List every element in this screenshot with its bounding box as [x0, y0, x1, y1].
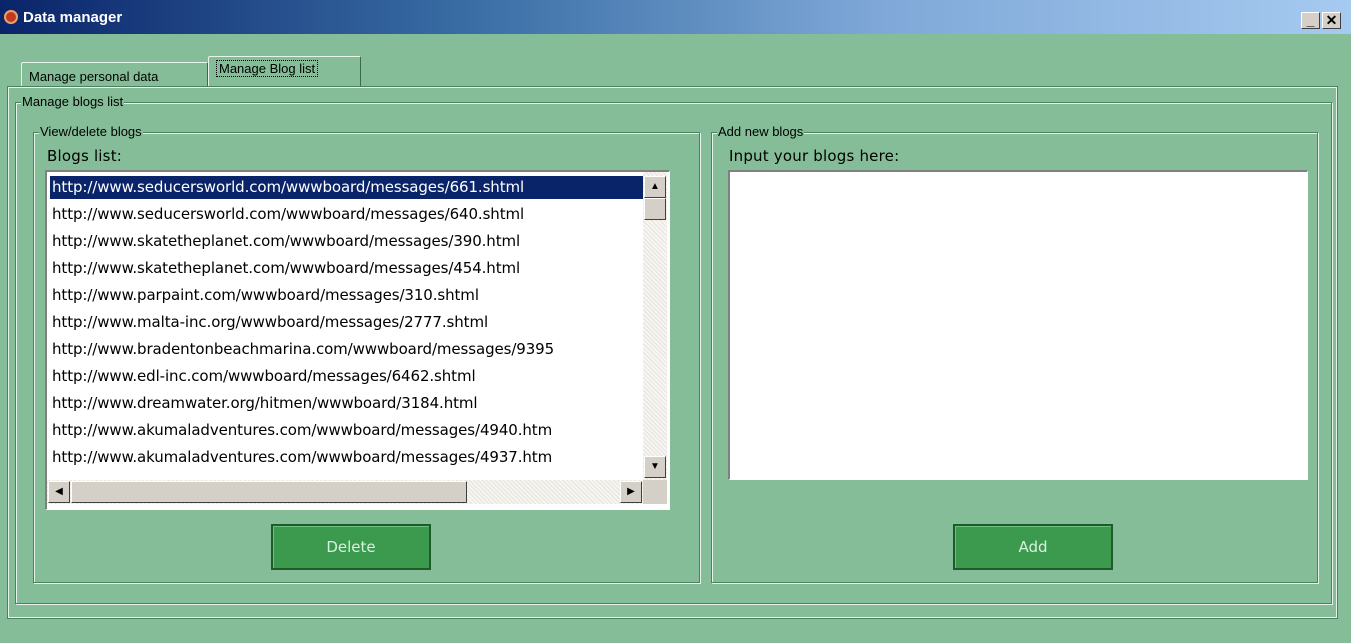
- scroll-right-button[interactable]: ▶: [620, 481, 642, 503]
- scroll-thumb[interactable]: [644, 198, 666, 220]
- title-bar[interactable]: Data manager _ ✕: [0, 0, 1351, 34]
- vertical-scrollbar[interactable]: ▲ ▼: [643, 172, 667, 480]
- list-item[interactable]: http://www.skatetheplanet.com/wwwboard/m…: [50, 230, 647, 253]
- arrow-right-icon: ▶: [627, 486, 635, 497]
- group-title: Add new blogs: [717, 124, 805, 139]
- tab-label: Manage Blog list: [216, 60, 319, 77]
- app-icon: [4, 10, 18, 24]
- list-item[interactable]: http://www.malta-inc.org/wwwboard/messag…: [50, 311, 647, 334]
- window-title: Data manager: [23, 9, 123, 26]
- list-item[interactable]: http://www.seducersworld.com/wwwboard/me…: [50, 176, 647, 199]
- close-button[interactable]: ✕: [1322, 12, 1341, 29]
- group-title: View/delete blogs: [39, 124, 143, 139]
- add-button[interactable]: Add: [953, 524, 1113, 570]
- group-title: Manage blogs list: [21, 94, 125, 109]
- tab-label: Manage personal data: [29, 69, 159, 84]
- list-item[interactable]: http://www.bradentonbeachmarina.com/wwwb…: [50, 338, 647, 361]
- scroll-down-button[interactable]: ▼: [644, 456, 666, 478]
- list-item[interactable]: http://www.dreamwater.org/hitmen/wwwboar…: [50, 392, 647, 415]
- minimize-icon: _: [1306, 12, 1315, 28]
- horizontal-scrollbar[interactable]: ◀ ▶: [47, 480, 643, 504]
- close-icon: ✕: [1325, 12, 1338, 28]
- scroll-up-button[interactable]: ▲: [644, 176, 666, 198]
- blogs-listbox[interactable]: http://www.seducersworld.com/wwwboard/me…: [45, 170, 670, 510]
- list-item[interactable]: http://www.seducersworld.com/wwwboard/me…: [50, 203, 647, 226]
- h-scroll-thumb[interactable]: [71, 481, 467, 503]
- list-item[interactable]: http://www.edl-inc.com/wwwboard/messages…: [50, 365, 647, 388]
- blogs-list-label: Blogs list:: [47, 147, 123, 165]
- arrow-down-icon: ▼: [650, 461, 660, 472]
- tab-manage-blog-list[interactable]: Manage Blog list: [208, 56, 361, 87]
- list-item[interactable]: http://www.akumaladventures.com/wwwboard…: [50, 419, 647, 442]
- list-item[interactable]: http://www.parpaint.com/wwwboard/message…: [50, 284, 647, 307]
- blogs-input[interactable]: [728, 170, 1308, 480]
- arrow-left-icon: ◀: [55, 486, 63, 497]
- scroll-left-button[interactable]: ◀: [48, 481, 70, 503]
- list-item[interactable]: http://www.akumaladventures.com/wwwboard…: [50, 446, 647, 469]
- minimize-button[interactable]: _: [1301, 12, 1320, 29]
- delete-button[interactable]: Delete: [271, 524, 431, 570]
- list-item[interactable]: http://www.skatetheplanet.com/wwwboard/m…: [50, 257, 647, 280]
- input-blogs-label: Input your blogs here:: [729, 147, 900, 165]
- arrow-up-icon: ▲: [650, 181, 660, 192]
- scroll-corner: [643, 480, 667, 504]
- tab-manage-personal-data[interactable]: Manage personal data: [21, 62, 208, 88]
